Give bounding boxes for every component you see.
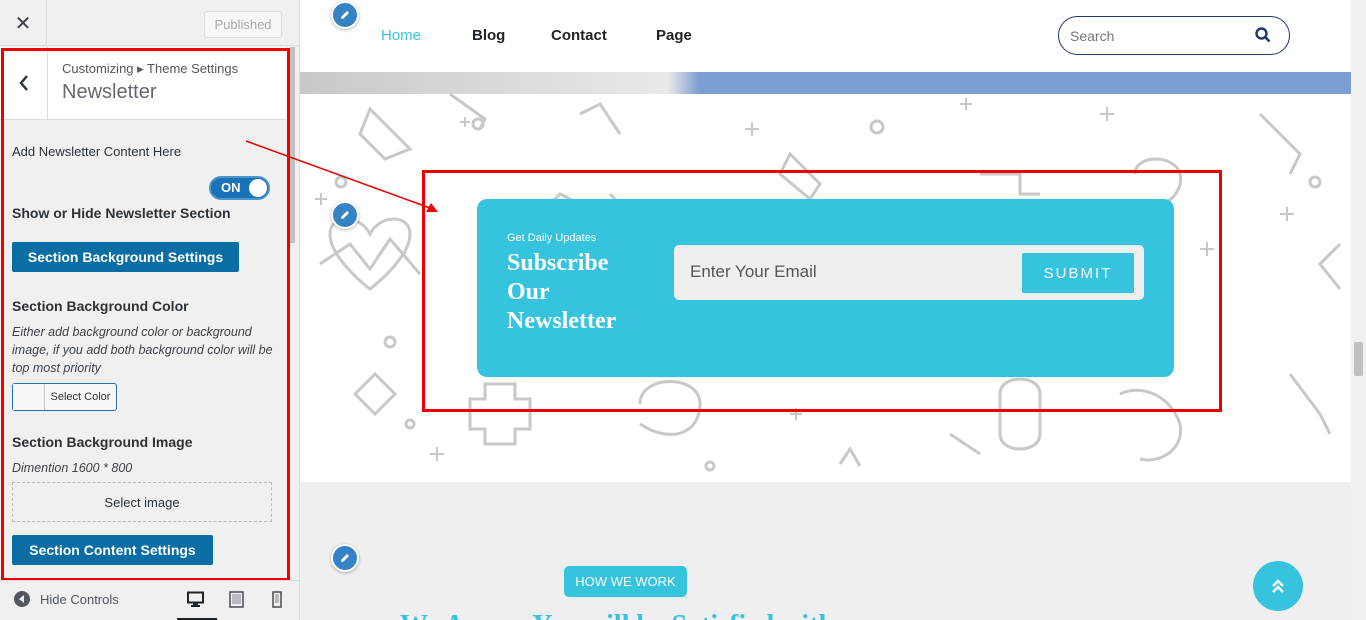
- sidebar-scrollbar-thumb[interactable]: [290, 47, 295, 243]
- sidebar-scrollbar[interactable]: [289, 47, 297, 575]
- how-we-work-section: HOW WE WORK We Assure You will be Satisf…: [300, 482, 1351, 620]
- scroll-to-top-button[interactable]: [1253, 561, 1303, 611]
- section-header: Customizing ▸ Theme Settings Newsletter: [0, 47, 286, 120]
- search-box: [1058, 16, 1290, 55]
- close-customizer-button[interactable]: ✕: [0, 0, 47, 46]
- show-hide-title: Show or Hide Newsletter Section: [12, 205, 231, 221]
- bg-settings-button[interactable]: Section Background Settings: [12, 242, 239, 272]
- select-color-button[interactable]: Select Color: [12, 383, 117, 411]
- customizer-sidebar: ✕ Published Customizing ▸ Theme Settings…: [0, 0, 300, 620]
- pencil-icon: [341, 11, 349, 19]
- collapse-arrow-icon: [14, 591, 30, 607]
- newsletter-content-label: Add Newsletter Content Here: [12, 144, 182, 159]
- bg-color-description: Either add background color or backgroun…: [12, 325, 273, 375]
- nav-link-contact[interactable]: Contact: [551, 27, 607, 44]
- newsletter-heading: Subscribe Our Newsletter: [507, 250, 617, 334]
- desktop-icon: [187, 591, 204, 607]
- desktop-preview-button[interactable]: [187, 591, 204, 609]
- hide-controls-button[interactable]: Hide Controls: [14, 591, 119, 607]
- nav-link-page[interactable]: Page: [656, 27, 692, 44]
- edit-shortcut-nav[interactable]: [331, 1, 359, 29]
- tablet-preview-button[interactable]: [229, 591, 245, 609]
- site-preview: Home Blog Contact Page Search Get Daily …: [300, 0, 1366, 620]
- pencil-icon: [341, 554, 349, 562]
- edit-shortcut-newsletter[interactable]: [331, 201, 359, 229]
- toggle-knob: [249, 179, 267, 197]
- pencil-icon: [341, 211, 349, 219]
- newsletter-form: Enter Your Email SUBMIT: [674, 245, 1144, 300]
- customizer-header: ✕ Published: [0, 0, 299, 46]
- customizer-footer: Hide Controls: [0, 580, 299, 620]
- mobile-preview-button[interactable]: [272, 591, 288, 609]
- toggle-label: ON: [221, 180, 241, 195]
- back-button[interactable]: [0, 47, 48, 119]
- show-newsletter-toggle[interactable]: ON: [209, 176, 270, 200]
- edit-shortcut-work[interactable]: [331, 544, 359, 572]
- select-image-button[interactable]: Select image: [12, 482, 272, 522]
- chevron-left-icon: [18, 75, 28, 91]
- preview-scrollbar[interactable]: [1351, 0, 1366, 620]
- bg-image-title: Section Background Image: [12, 434, 193, 450]
- nav-link-home[interactable]: Home: [381, 27, 421, 44]
- hero-image-strip: [300, 72, 1351, 94]
- hide-controls-label: Hide Controls: [40, 591, 119, 607]
- content-settings-button[interactable]: Section Content Settings: [12, 535, 213, 565]
- color-swatch: [13, 384, 45, 410]
- tablet-icon: [229, 591, 244, 608]
- newsletter-section: Get Daily Updates Subscribe Our Newslett…: [477, 199, 1174, 377]
- publish-button[interactable]: Published: [204, 11, 282, 38]
- double-chevron-up-icon: [1272, 579, 1284, 593]
- search-icon[interactable]: [1255, 27, 1271, 43]
- breadcrumb: Customizing ▸ Theme Settings: [62, 61, 239, 76]
- how-we-work-badge: HOW WE WORK: [564, 566, 687, 597]
- section-title: Newsletter: [62, 81, 157, 103]
- how-we-work-heading: We Assure You will be Satisfied with: [400, 610, 834, 620]
- section-controls: Add Newsletter Content Here ON Show or H…: [0, 120, 286, 575]
- bg-image-description: Dimention 1600 * 800: [12, 461, 133, 475]
- close-icon: ✕: [14, 12, 32, 35]
- submit-button[interactable]: SUBMIT: [1022, 253, 1134, 293]
- select-color-label: Select Color: [50, 391, 111, 403]
- nav-link-blog[interactable]: Blog: [472, 27, 505, 44]
- search-input[interactable]: [1070, 27, 1250, 44]
- site-navbar: Home Blog Contact Page: [300, 0, 1351, 72]
- bg-color-title: Section Background Color: [12, 298, 189, 314]
- email-field[interactable]: Enter Your Email: [690, 262, 817, 282]
- newsletter-subtitle: Get Daily Updates: [507, 232, 597, 244]
- preview-scrollbar-thumb[interactable]: [1354, 342, 1363, 376]
- mobile-icon: [272, 591, 282, 608]
